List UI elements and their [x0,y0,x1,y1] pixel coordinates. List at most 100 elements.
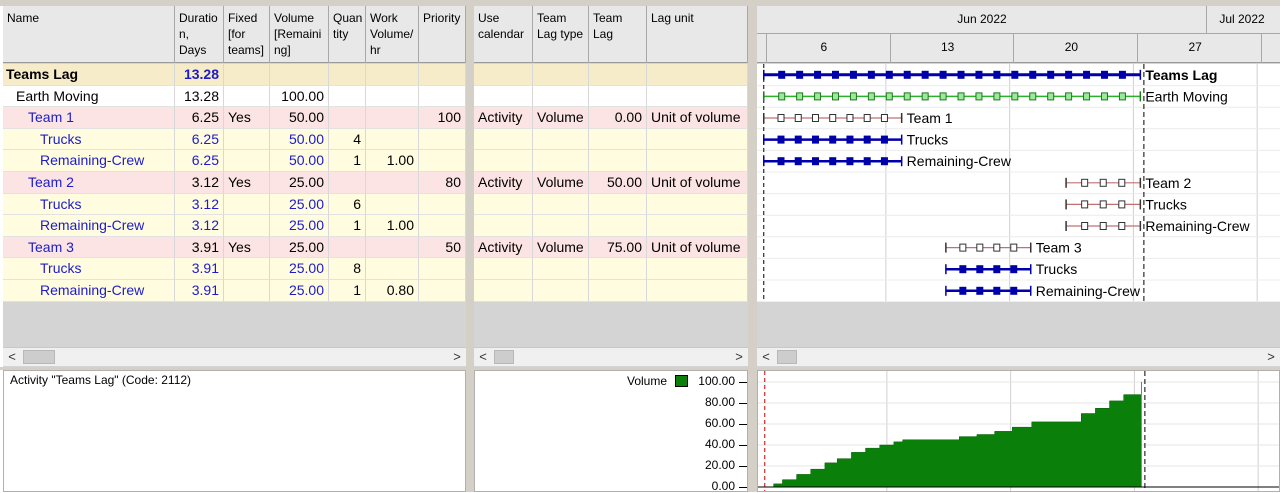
lag-cell-team-lag[interactable]: 75.00 [589,236,647,259]
lag-row[interactable]: Activity Volume 0.00 Unit of volume [474,107,748,129]
activity-cell-work[interactable]: 1.00 [366,215,419,237]
activity-cell-volume[interactable]: 25.00 [270,236,329,259]
lag-cell-lag-type[interactable]: Volume [533,107,589,129]
col-lag-unit-header[interactable]: Lag unit [647,6,748,63]
activity-cell-priority[interactable] [419,85,466,108]
activity-cell-work[interactable]: 1.00 [366,150,419,172]
activity-cell-work[interactable] [366,193,419,216]
lag-cell-use-calendar[interactable] [474,64,533,86]
lag-row[interactable]: Activity Volume 75.00 Unit of volume [474,236,748,259]
activity-cell-quantity[interactable] [329,107,366,129]
gantt-scroll-thumb[interactable] [777,350,797,364]
activity-cell-name[interactable]: Remaining-Crew [3,280,175,302]
activity-cell-name[interactable]: Team 1 [3,107,175,129]
activity-cell-quantity[interactable] [329,236,366,259]
lag-cell-lag-type[interactable] [533,215,589,237]
activity-row[interactable]: Remaining-Crew 3.12 25.00 1 1.00 [3,215,466,237]
lag-cell-lag-unit[interactable]: Unit of volume [647,107,748,129]
lag-cell-use-calendar[interactable] [474,193,533,216]
activity-cell-work[interactable] [366,236,419,259]
activity-cell-duration[interactable]: 13.28 [175,64,224,86]
lag-cell-use-calendar[interactable] [474,150,533,172]
scroll-thumb[interactable] [23,350,55,364]
col-volume-header[interactable]: Volume [Remaini ng] [270,6,329,63]
activity-cell-name[interactable]: Trucks [3,258,175,280]
activity-cell-volume[interactable]: 25.00 [270,280,329,302]
lag-row[interactable] [474,85,748,108]
activity-cell-work[interactable] [366,172,419,194]
lag-cell-use-calendar[interactable] [474,215,533,237]
activity-cell-name[interactable]: Trucks [3,128,175,151]
table-hscrollbar[interactable]: < > [3,347,466,366]
activity-cell-name[interactable]: Earth Moving [3,85,175,108]
pane-splitter-1[interactable] [466,6,474,492]
activity-cell-quantity[interactable]: 6 [329,193,366,216]
activity-cell-fixed[interactable] [224,150,270,172]
col-duration-header[interactable]: Duratio n, Days [175,6,224,63]
lag-cell-lag-type[interactable] [533,85,589,108]
activity-cell-duration[interactable]: 13.28 [175,85,224,108]
activity-cell-fixed[interactable] [224,193,270,216]
col-team-lag-header[interactable]: Team Lag [589,6,647,63]
activity-row[interactable]: Trucks 3.12 25.00 6 [3,193,466,216]
activity-cell-fixed[interactable]: Yes [224,172,270,194]
activity-cell-priority[interactable] [419,258,466,280]
activity-cell-name[interactable]: Teams Lag [3,64,175,86]
activity-cell-duration[interactable]: 3.12 [175,172,224,194]
lag-cell-lag-unit[interactable] [647,258,748,280]
activity-cell-duration[interactable]: 3.12 [175,215,224,237]
lag-cell-lag-unit[interactable] [647,85,748,108]
activity-row[interactable]: Teams Lag 13.28 [3,64,466,86]
activity-cell-volume[interactable]: 100.00 [270,85,329,108]
activity-cell-name[interactable]: Trucks [3,193,175,216]
activity-row[interactable]: Remaining-Crew 6.25 50.00 1 1.00 [3,150,466,172]
activity-cell-duration[interactable]: 3.91 [175,280,224,302]
activity-cell-name[interactable]: Remaining-Crew [3,215,175,237]
activity-cell-volume[interactable]: 25.00 [270,193,329,216]
lag-cell-lag-unit[interactable] [647,150,748,172]
activity-cell-name[interactable]: Team 3 [3,236,175,259]
activity-cell-work[interactable] [366,107,419,129]
col-priority-header[interactable]: Priority [419,6,466,63]
activity-cell-volume[interactable]: 25.00 [270,258,329,280]
activity-cell-duration[interactable]: 6.25 [175,107,224,129]
pane-splitter-2[interactable] [748,6,757,492]
lag-cell-team-lag[interactable] [589,64,647,86]
activity-cell-work[interactable]: 0.80 [366,280,419,302]
gantt-scroll-right-arrow[interactable]: > [1262,348,1280,366]
activity-cell-name[interactable]: Remaining-Crew [3,150,175,172]
activity-cell-name[interactable]: Team 2 [3,172,175,194]
col-quantity-header[interactable]: Quan tity [329,6,366,63]
col-lag-type-header[interactable]: Team Lag type [533,6,589,63]
lag-cell-team-lag[interactable] [589,280,647,302]
mid-scroll-right-arrow[interactable]: > [730,348,748,366]
activity-cell-fixed[interactable]: Yes [224,236,270,259]
lag-cell-use-calendar[interactable]: Activity [474,107,533,129]
activity-cell-quantity[interactable]: 1 [329,150,366,172]
activity-cell-fixed[interactable] [224,280,270,302]
lag-cell-team-lag[interactable] [589,258,647,280]
activity-cell-quantity[interactable] [329,85,366,108]
lag-cell-lag-type[interactable] [533,258,589,280]
col-name-header[interactable]: Name [3,6,175,63]
activity-cell-work[interactable] [366,128,419,151]
scroll-right-arrow[interactable]: > [448,348,466,366]
activity-cell-duration[interactable]: 3.91 [175,236,224,259]
activity-row[interactable]: Team 2 3.12 Yes 25.00 80 [3,172,466,194]
lag-cell-lag-unit[interactable]: Unit of volume [647,236,748,259]
lag-cell-lag-type[interactable] [533,193,589,216]
activity-cell-fixed[interactable] [224,64,270,86]
activity-cell-volume[interactable]: 25.00 [270,215,329,237]
activity-cell-priority[interactable] [419,128,466,151]
lag-cell-lag-unit[interactable] [647,64,748,86]
lag-cell-lag-type[interactable]: Volume [533,172,589,194]
activity-cell-fixed[interactable] [224,128,270,151]
activity-cell-priority[interactable] [419,150,466,172]
activity-cell-volume[interactable]: 50.00 [270,150,329,172]
lag-row[interactable]: Activity Volume 50.00 Unit of volume [474,172,748,194]
activity-cell-quantity[interactable]: 4 [329,128,366,151]
lag-cell-team-lag[interactable] [589,85,647,108]
activity-cell-fixed[interactable] [224,85,270,108]
activity-row[interactable]: Earth Moving 13.28 100.00 [3,85,466,108]
lag-cell-lag-type[interactable] [533,150,589,172]
